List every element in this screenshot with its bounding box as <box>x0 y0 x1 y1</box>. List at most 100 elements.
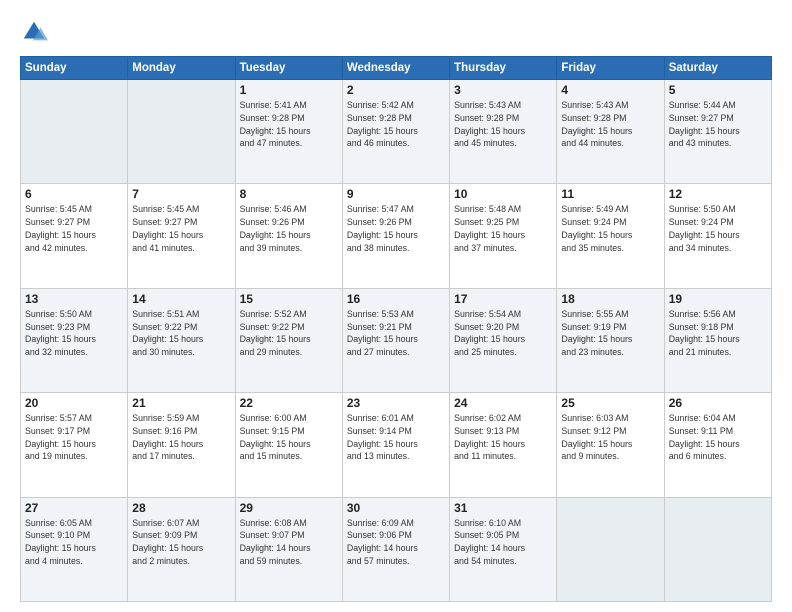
day-number: 24 <box>454 396 552 410</box>
cell-details: Sunrise: 5:53 AM Sunset: 9:21 PM Dayligh… <box>347 308 445 359</box>
day-number: 27 <box>25 501 123 515</box>
cell-details: Sunrise: 5:45 AM Sunset: 9:27 PM Dayligh… <box>25 203 123 254</box>
day-number: 9 <box>347 187 445 201</box>
calendar-cell: 31 Sunrise: 6:10 AM Sunset: 9:05 PM Dayli… <box>450 497 557 601</box>
day-number: 1 <box>240 83 338 97</box>
calendar-cell <box>664 497 771 601</box>
cell-details: Sunrise: 5:55 AM Sunset: 9:19 PM Dayligh… <box>561 308 659 359</box>
logo <box>20 18 52 46</box>
cell-details: Sunrise: 5:44 AM Sunset: 9:27 PM Dayligh… <box>669 99 767 150</box>
day-number: 16 <box>347 292 445 306</box>
calendar-row: 6 Sunrise: 5:45 AM Sunset: 9:27 PM Daylig… <box>21 184 772 288</box>
calendar-cell <box>128 80 235 184</box>
calendar-row: 1 Sunrise: 5:41 AM Sunset: 9:28 PM Daylig… <box>21 80 772 184</box>
calendar-cell: 14 Sunrise: 5:51 AM Sunset: 9:22 PM Dayli… <box>128 288 235 392</box>
day-number: 17 <box>454 292 552 306</box>
calendar-row: 13Sunrise: 5:50 AM Sunset: 9:23 PM Dayli… <box>21 288 772 392</box>
calendar-cell: 13Sunrise: 5:50 AM Sunset: 9:23 PM Dayli… <box>21 288 128 392</box>
day-number: 15 <box>240 292 338 306</box>
cell-details: Sunrise: 6:02 AM Sunset: 9:13 PM Dayligh… <box>454 412 552 463</box>
day-number: 25 <box>561 396 659 410</box>
day-number: 6 <box>25 187 123 201</box>
day-number: 31 <box>454 501 552 515</box>
day-number: 29 <box>240 501 338 515</box>
calendar-cell <box>21 80 128 184</box>
calendar-cell: 12Sunrise: 5:50 AM Sunset: 9:24 PM Dayli… <box>664 184 771 288</box>
day-number: 12 <box>669 187 767 201</box>
calendar-cell: 26Sunrise: 6:04 AM Sunset: 9:11 PM Dayli… <box>664 393 771 497</box>
calendar-cell: 16 Sunrise: 5:53 AM Sunset: 9:21 PM Dayli… <box>342 288 449 392</box>
cell-details: Sunrise: 6:09 AM Sunset: 9:06 PM Dayligh… <box>347 517 445 568</box>
cell-details: Sunrise: 5:49 AM Sunset: 9:24 PM Dayligh… <box>561 203 659 254</box>
weekday-header-friday: Friday <box>557 57 664 80</box>
day-number: 5 <box>669 83 767 97</box>
day-number: 11 <box>561 187 659 201</box>
weekday-header-wednesday: Wednesday <box>342 57 449 80</box>
cell-details: Sunrise: 5:57 AM Sunset: 9:17 PM Dayligh… <box>25 412 123 463</box>
cell-details: Sunrise: 5:54 AM Sunset: 9:20 PM Dayligh… <box>454 308 552 359</box>
cell-details: Sunrise: 6:00 AM Sunset: 9:15 PM Dayligh… <box>240 412 338 463</box>
calendar-cell: 29 Sunrise: 6:08 AM Sunset: 9:07 PM Dayli… <box>235 497 342 601</box>
cell-details: Sunrise: 5:52 AM Sunset: 9:22 PM Dayligh… <box>240 308 338 359</box>
calendar-cell: 28 Sunrise: 6:07 AM Sunset: 9:09 PM Dayli… <box>128 497 235 601</box>
day-number: 14 <box>132 292 230 306</box>
weekday-header-thursday: Thursday <box>450 57 557 80</box>
calendar: SundayMondayTuesdayWednesdayThursdayFrid… <box>20 56 772 602</box>
cell-details: Sunrise: 6:10 AM Sunset: 9:05 PM Dayligh… <box>454 517 552 568</box>
day-number: 4 <box>561 83 659 97</box>
calendar-cell: 21 Sunrise: 5:59 AM Sunset: 9:16 PM Dayli… <box>128 393 235 497</box>
cell-details: Sunrise: 6:08 AM Sunset: 9:07 PM Dayligh… <box>240 517 338 568</box>
weekday-header-sunday: Sunday <box>21 57 128 80</box>
day-number: 30 <box>347 501 445 515</box>
calendar-cell: 4 Sunrise: 5:43 AM Sunset: 9:28 PM Daylig… <box>557 80 664 184</box>
day-number: 23 <box>347 396 445 410</box>
cell-details: Sunrise: 6:03 AM Sunset: 9:12 PM Dayligh… <box>561 412 659 463</box>
cell-details: Sunrise: 5:43 AM Sunset: 9:28 PM Dayligh… <box>561 99 659 150</box>
calendar-cell: 27Sunrise: 6:05 AM Sunset: 9:10 PM Dayli… <box>21 497 128 601</box>
calendar-cell: 23 Sunrise: 6:01 AM Sunset: 9:14 PM Dayli… <box>342 393 449 497</box>
calendar-cell: 1 Sunrise: 5:41 AM Sunset: 9:28 PM Daylig… <box>235 80 342 184</box>
day-number: 10 <box>454 187 552 201</box>
calendar-cell: 6 Sunrise: 5:45 AM Sunset: 9:27 PM Daylig… <box>21 184 128 288</box>
page: SundayMondayTuesdayWednesdayThursdayFrid… <box>0 0 792 612</box>
calendar-cell: 17 Sunrise: 5:54 AM Sunset: 9:20 PM Dayli… <box>450 288 557 392</box>
calendar-cell: 30 Sunrise: 6:09 AM Sunset: 9:06 PM Dayli… <box>342 497 449 601</box>
cell-details: Sunrise: 5:41 AM Sunset: 9:28 PM Dayligh… <box>240 99 338 150</box>
day-number: 18 <box>561 292 659 306</box>
cell-details: Sunrise: 5:59 AM Sunset: 9:16 PM Dayligh… <box>132 412 230 463</box>
weekday-header-monday: Monday <box>128 57 235 80</box>
cell-details: Sunrise: 5:45 AM Sunset: 9:27 PM Dayligh… <box>132 203 230 254</box>
header <box>20 18 772 46</box>
day-number: 28 <box>132 501 230 515</box>
cell-details: Sunrise: 5:51 AM Sunset: 9:22 PM Dayligh… <box>132 308 230 359</box>
day-number: 21 <box>132 396 230 410</box>
day-number: 3 <box>454 83 552 97</box>
cell-details: Sunrise: 5:56 AM Sunset: 9:18 PM Dayligh… <box>669 308 767 359</box>
calendar-cell: 18 Sunrise: 5:55 AM Sunset: 9:19 PM Dayli… <box>557 288 664 392</box>
cell-details: Sunrise: 5:48 AM Sunset: 9:25 PM Dayligh… <box>454 203 552 254</box>
weekday-header-saturday: Saturday <box>664 57 771 80</box>
calendar-cell: 9 Sunrise: 5:47 AM Sunset: 9:26 PM Daylig… <box>342 184 449 288</box>
calendar-cell: 8Sunrise: 5:46 AM Sunset: 9:26 PM Daylig… <box>235 184 342 288</box>
calendar-cell: 7 Sunrise: 5:45 AM Sunset: 9:27 PM Daylig… <box>128 184 235 288</box>
cell-details: Sunrise: 6:04 AM Sunset: 9:11 PM Dayligh… <box>669 412 767 463</box>
calendar-row: 27Sunrise: 6:05 AM Sunset: 9:10 PM Dayli… <box>21 497 772 601</box>
day-number: 19 <box>669 292 767 306</box>
calendar-cell: 15 Sunrise: 5:52 AM Sunset: 9:22 PM Dayli… <box>235 288 342 392</box>
calendar-cell: 25 Sunrise: 6:03 AM Sunset: 9:12 PM Dayli… <box>557 393 664 497</box>
cell-details: Sunrise: 6:07 AM Sunset: 9:09 PM Dayligh… <box>132 517 230 568</box>
cell-details: Sunrise: 5:43 AM Sunset: 9:28 PM Dayligh… <box>454 99 552 150</box>
day-number: 13 <box>25 292 123 306</box>
calendar-cell: 10 Sunrise: 5:48 AM Sunset: 9:25 PM Dayli… <box>450 184 557 288</box>
day-number: 22 <box>240 396 338 410</box>
cell-details: Sunrise: 6:01 AM Sunset: 9:14 PM Dayligh… <box>347 412 445 463</box>
calendar-cell: 11 Sunrise: 5:49 AM Sunset: 9:24 PM Dayli… <box>557 184 664 288</box>
day-number: 7 <box>132 187 230 201</box>
day-number: 2 <box>347 83 445 97</box>
calendar-cell: 3 Sunrise: 5:43 AM Sunset: 9:28 PM Daylig… <box>450 80 557 184</box>
calendar-cell <box>557 497 664 601</box>
weekday-header-row: SundayMondayTuesdayWednesdayThursdayFrid… <box>21 57 772 80</box>
logo-icon <box>20 18 48 46</box>
calendar-cell: 2Sunrise: 5:42 AM Sunset: 9:28 PM Daylig… <box>342 80 449 184</box>
cell-details: Sunrise: 5:47 AM Sunset: 9:26 PM Dayligh… <box>347 203 445 254</box>
